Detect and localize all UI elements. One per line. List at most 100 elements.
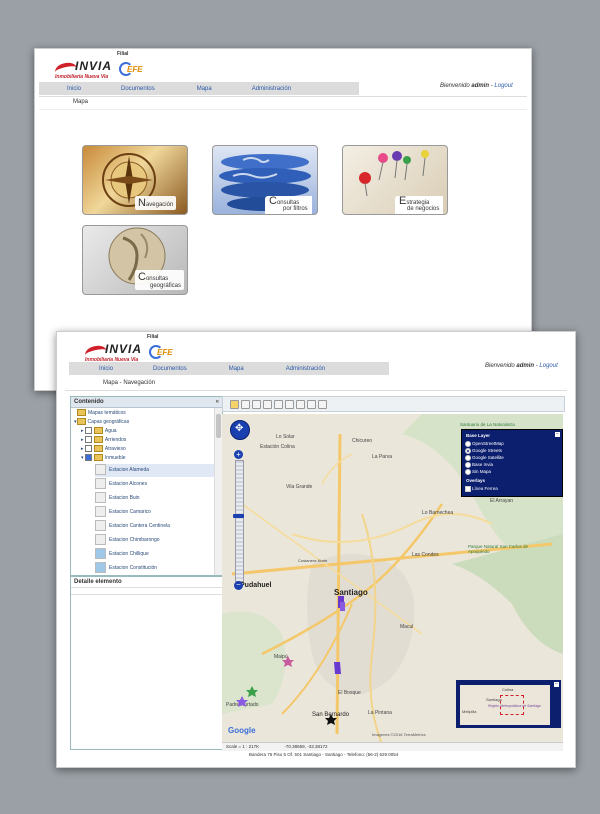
zoom-slider-handle[interactable]: [233, 514, 244, 518]
brand-logo[interactable]: INVIA Inmobiliaria Nueva Via Filial EFE: [53, 51, 165, 83]
marker-maipu-south: [334, 662, 341, 674]
menu-item-documentos[interactable]: Documentos: [153, 366, 187, 372]
measure-area-icon[interactable]: [318, 400, 327, 409]
tree-layer-cantera[interactable]: Estacion Cantera Centinela: [95, 520, 170, 533]
brand-subtitle: Inmobiliaria Nueva Via: [55, 74, 109, 80]
folder-icon: [93, 427, 103, 435]
filial-label: Filial: [147, 334, 159, 340]
overlay-checkbox-checked[interactable]: [465, 486, 471, 492]
next-view-icon[interactable]: [285, 400, 294, 409]
google-logo: Google: [228, 726, 256, 735]
tree-layer-camarico[interactable]: Estacion Camarico: [95, 506, 151, 519]
menu-item-administracion[interactable]: Administración: [252, 86, 291, 92]
welcome-text: Bienvenido admin - Logout: [485, 363, 558, 369]
radio-selected-icon: [465, 448, 471, 454]
checkbox[interactable]: [84, 436, 92, 444]
zoom-box-tool-icon[interactable]: [263, 400, 272, 409]
overview-label-region: Región Metropolitana de Santiago: [488, 704, 541, 708]
base-option-base-invia[interactable]: Base Invia: [465, 462, 493, 468]
coords-readout: -70.38659, -33.38172: [284, 744, 328, 749]
scale-readout: Scale = 1 : 217K: [226, 744, 260, 749]
pan-tool-icon[interactable]: [230, 400, 239, 409]
header-divider: [39, 96, 527, 97]
zoom-slider[interactable]: [235, 460, 244, 582]
layer-tree: Mapas temáticos ▾ Capas geográficas ▸ Agu…: [71, 408, 214, 575]
zoom-out-tool-icon[interactable]: [252, 400, 261, 409]
overview-map[interactable]: − Colina Santiago Región Metropolitana d…: [456, 680, 561, 728]
tree-layer-chimbarongo[interactable]: Estacion Chimbarongo: [95, 534, 160, 547]
marker-maipu-star: [282, 656, 294, 667]
menu-item-administracion[interactable]: Administración: [286, 366, 325, 372]
tile-consultas-geo-label: Consultas geográficas: [135, 270, 185, 290]
tree-layer-alcones[interactable]: Estacion Alcones: [95, 478, 147, 491]
base-option-google-streets[interactable]: Google Streets: [465, 448, 502, 454]
menu-item-inicio[interactable]: Inicio: [67, 86, 81, 92]
zoom-out-button[interactable]: −: [234, 581, 243, 590]
map-canvas[interactable]: Lo Solar Chicureo Estación Colina La Par…: [222, 414, 563, 742]
overview-minimize-icon[interactable]: −: [554, 682, 559, 687]
overview-label-melipilla: Melipilla: [462, 709, 477, 714]
breadcrumb-divider: [65, 390, 567, 391]
full-extent-icon[interactable]: [296, 400, 305, 409]
filial-label: Filial: [117, 51, 129, 57]
map-status-bar: Scale = 1 : 217K -70.38659, -33.38172: [222, 742, 563, 751]
menu-item-mapa[interactable]: Mapa: [197, 86, 212, 92]
breadcrumb: Mapa: [73, 99, 89, 105]
zoom-in-tool-icon[interactable]: [241, 400, 250, 409]
folder-icon: [93, 445, 103, 453]
measure-distance-icon[interactable]: [307, 400, 316, 409]
tree-layer-buin[interactable]: Estacion Buin: [95, 492, 140, 505]
logout-link[interactable]: Logout: [494, 83, 512, 89]
checkbox-checked[interactable]: [84, 454, 92, 462]
checkbox[interactable]: [84, 427, 92, 435]
tree-capas-geograficas[interactable]: ▾ Capas geográficas: [74, 418, 129, 427]
previous-view-icon[interactable]: [274, 400, 283, 409]
zoom-in-button[interactable]: +: [234, 450, 243, 459]
layer-icon: [95, 506, 106, 518]
detalle-title: Detalle elemento: [71, 577, 222, 588]
overview-map-canvas: Colina Santiago Región Metropolitana de …: [460, 685, 550, 725]
tile-navegacion[interactable]: Navegación: [82, 145, 188, 215]
tree-layer-constitucion[interactable]: Estacion Constitución: [95, 562, 157, 575]
overview-label-santiago: Santiago: [486, 697, 502, 702]
scrollbar-thumb[interactable]: [216, 414, 221, 438]
logout-link[interactable]: Logout: [539, 363, 557, 369]
main-menu: Inicio Documentos Mapa Administración: [39, 82, 359, 95]
radio-icon: [465, 455, 471, 461]
tile-estrategia-negocios[interactable]: Estrategia de negocios: [342, 145, 448, 215]
folder-icon: [93, 436, 103, 444]
main-menu: Inicio Documentos Mapa Administración: [69, 362, 389, 375]
marker-purple-star: [236, 696, 248, 707]
tree-group-atravieso[interactable]: ▸ Atravieso: [81, 445, 126, 454]
folder-icon: [77, 409, 86, 417]
tile-consultas-geograficas[interactable]: Consultas geográficas: [82, 225, 188, 295]
tile-consultas-filtros[interactable]: Consultas por filtros: [212, 145, 318, 215]
tree-group-inmueble[interactable]: ▾ Inmueble: [81, 454, 125, 463]
tree-group-arriendos[interactable]: ▸ Arriendos: [81, 436, 126, 445]
folder-icon: [76, 418, 86, 426]
checkbox[interactable]: [84, 445, 92, 453]
tree-layer-alameda[interactable]: Estacion Alameda: [95, 464, 214, 477]
base-option-google-satellite[interactable]: Google Satellite: [465, 455, 504, 461]
tree-mapas-tematicos[interactable]: Mapas temáticos: [77, 409, 126, 418]
collapse-icon[interactable]: «: [216, 397, 219, 407]
tree-layer-chillique[interactable]: Estacion Chillique: [95, 548, 149, 561]
tile-navegacion-label: Navegación: [135, 196, 177, 210]
efe-label: EFE: [157, 348, 173, 357]
pan-control[interactable]: ✥: [230, 420, 250, 440]
overlay-linea-ferrea[interactable]: Línea Ferrea: [465, 486, 498, 492]
base-option-sin-mapa[interactable]: Sin Mapa: [465, 469, 491, 475]
detalle-header-row: [71, 588, 222, 595]
tile-consultas-filtros-label: Consultas por filtros: [265, 196, 312, 214]
menu-item-documentos[interactable]: Documentos: [121, 86, 155, 92]
brand-name: INVIA: [75, 59, 113, 73]
menu-item-inicio[interactable]: Inicio: [99, 366, 113, 372]
layer-switcher-minimize-icon[interactable]: −: [555, 432, 560, 437]
pin-layer-icon: [95, 562, 106, 574]
tree-scrollbar[interactable]: [214, 408, 222, 575]
tree-group-agua[interactable]: ▸ Agua: [81, 427, 117, 436]
menu-item-mapa[interactable]: Mapa: [229, 366, 244, 372]
pan-arrows-icon: ✥: [235, 423, 244, 434]
base-option-osm[interactable]: OpenStreetMap: [465, 441, 504, 447]
map-navigation-screenshot: INVIA Inmobiliaria Nueva Via Filial EFE …: [56, 331, 576, 768]
